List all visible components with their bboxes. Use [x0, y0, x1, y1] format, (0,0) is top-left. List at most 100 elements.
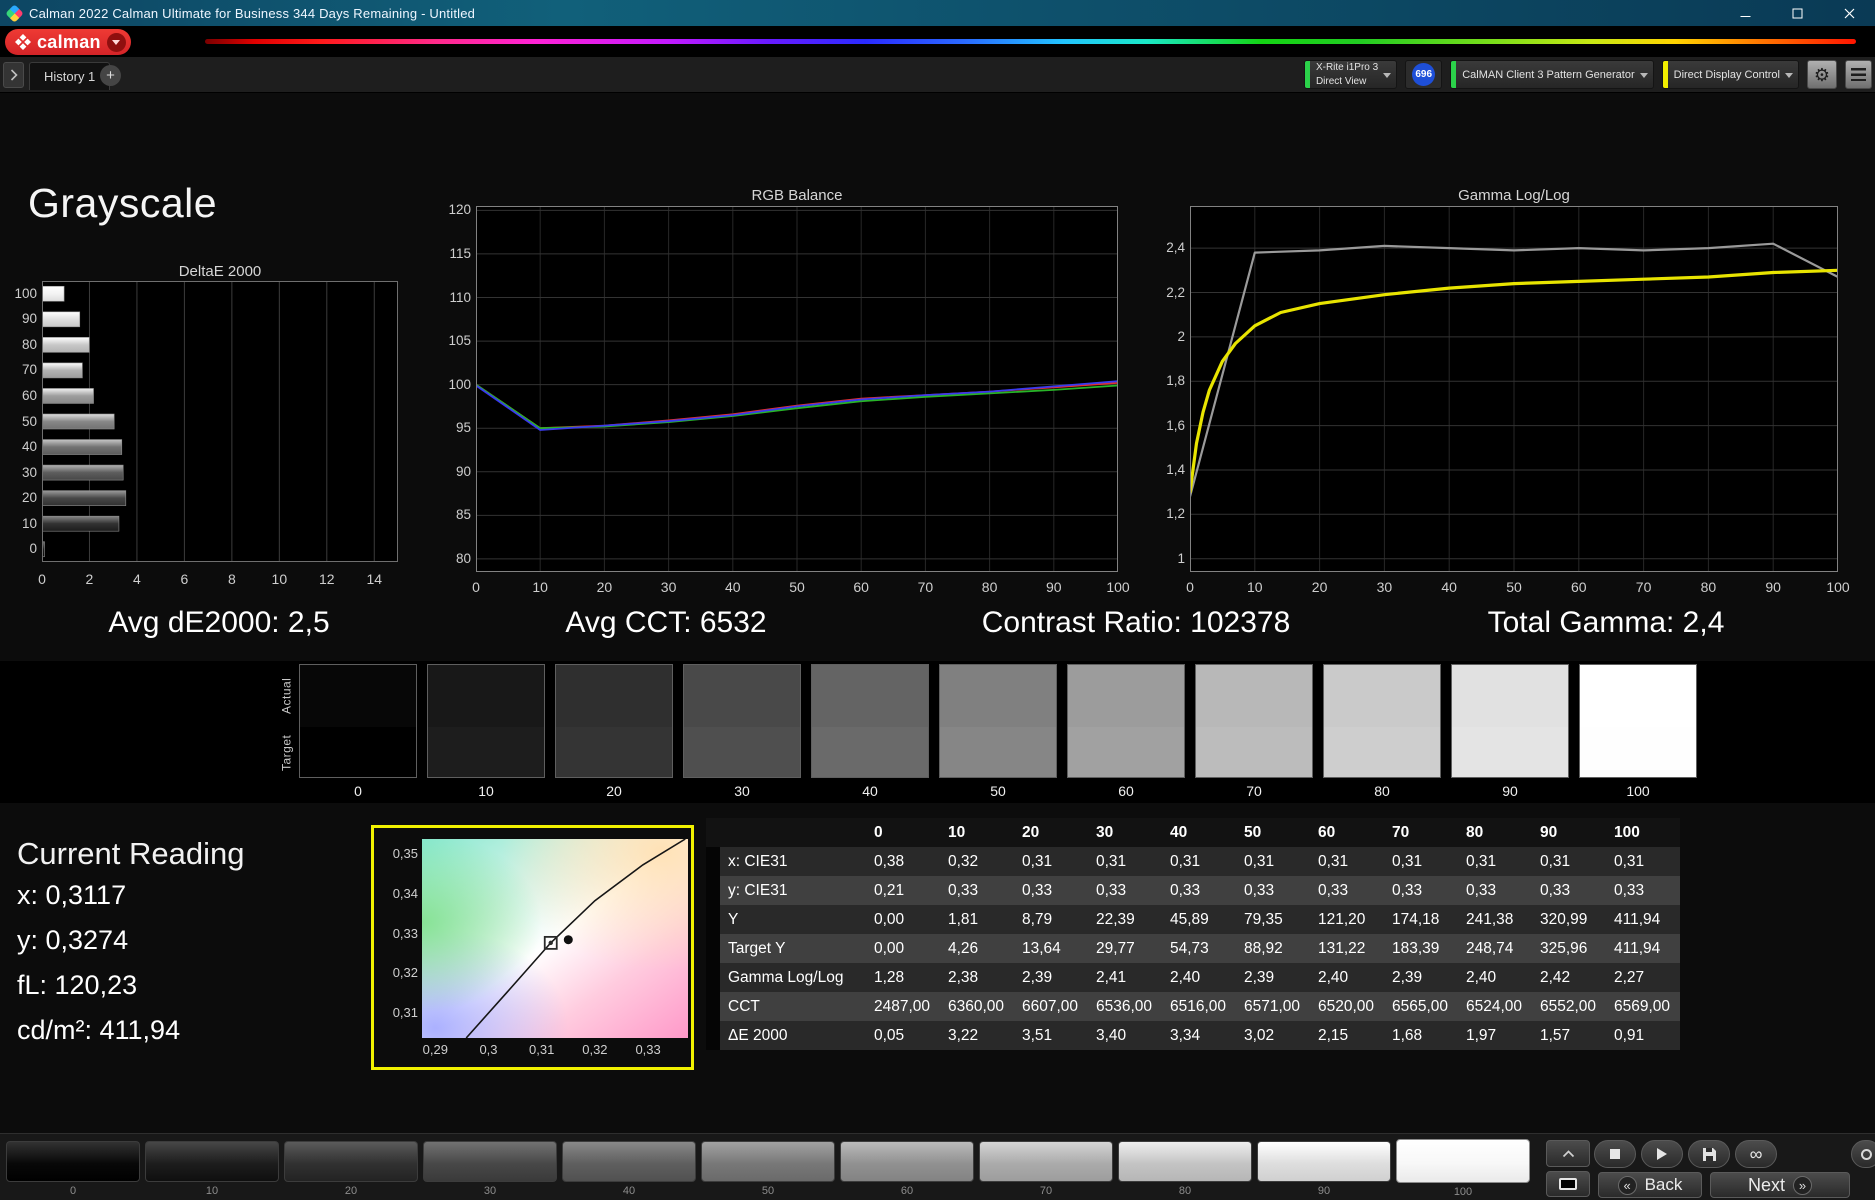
back-button[interactable]: « Back [1598, 1172, 1702, 1198]
axis-tick-label: 1,4 [1166, 461, 1185, 477]
table-cell: 0,33 [940, 876, 1014, 905]
table-cell: 54,73 [1162, 934, 1236, 963]
pattern-label: 70 [1039, 1185, 1053, 1197]
back-chevrons-icon: « [1617, 1175, 1637, 1195]
workflow-options-button[interactable] [1845, 60, 1872, 89]
play-button[interactable] [1641, 1140, 1683, 1168]
source-button[interactable]: CalMAN Client 3 Pattern Generator [1450, 60, 1654, 89]
continuous-read-button[interactable]: ∞ [1735, 1140, 1777, 1168]
tab-history-1[interactable]: History 1 [29, 62, 111, 90]
table-cell: 6607,00 [1014, 992, 1088, 1021]
table-cell: 2,27 [1606, 963, 1680, 992]
session-options-button[interactable] [1851, 1140, 1875, 1168]
pattern-button-40[interactable] [562, 1141, 696, 1182]
gamma-chart-title: Gamma Log/Log [1458, 187, 1570, 204]
axis-tick-label: 8 [227, 571, 236, 587]
minimize-button[interactable] [1719, 0, 1771, 26]
table-cell: 0,00 [866, 934, 940, 963]
pattern-label: 0 [69, 1185, 77, 1197]
axis-tick-label: 0,31 [529, 1042, 555, 1057]
table-row-label: CCT [720, 992, 866, 1021]
axis-tick-label: 60 [1571, 579, 1587, 595]
pattern-item: 30 [423, 1141, 557, 1198]
axis-tick-label: 80 [21, 336, 37, 352]
pattern-window-button[interactable] [1546, 1171, 1590, 1197]
table-cell: 0,33 [1310, 876, 1384, 905]
table-cell: 2,40 [1310, 963, 1384, 992]
table-cell: 6360,00 [940, 992, 1014, 1021]
chevron-right-icon [10, 69, 18, 81]
reading-marker [563, 935, 573, 945]
axis-tick-label: 1,6 [1166, 417, 1185, 433]
maximize-button[interactable] [1771, 0, 1823, 26]
axis-tick-label: 0,35 [392, 845, 418, 861]
axis-tick-label: 0,33 [635, 1042, 661, 1057]
pattern-button-60[interactable] [840, 1141, 974, 1182]
axis-tick-label: 2 [85, 571, 94, 587]
swatch-label: 10 [478, 783, 494, 799]
pattern-button-100[interactable] [1396, 1139, 1530, 1183]
calman-menu-button[interactable]: calman [5, 29, 131, 55]
pattern-button-0[interactable] [6, 1141, 140, 1182]
meter-mode: Direct View [1315, 75, 1367, 87]
pattern-button-10[interactable] [145, 1141, 279, 1182]
grayscale-swatch-40: 40 [811, 664, 929, 799]
swatch-label: 90 [1502, 783, 1518, 799]
pattern-button-20[interactable] [284, 1141, 418, 1182]
grayscale-swatch-50: 50 [939, 664, 1057, 799]
axis-tick-label: 90 [21, 311, 37, 327]
axis-tick-label: 30 [1376, 579, 1393, 595]
settings-button[interactable]: ⚙ [1807, 60, 1837, 89]
reading-cdm2: cd/m²: 411,94 [17, 1015, 181, 1045]
table-cell: 0,33 [1014, 876, 1088, 905]
axis-tick-label: 0,33 [392, 925, 418, 941]
table-cell: 0,31 [1458, 847, 1532, 876]
window-controls [1719, 0, 1875, 26]
table-cell: 45,89 [1162, 905, 1236, 934]
table-header-cell: 100 [1606, 818, 1680, 847]
calman-logo-icon [15, 34, 31, 50]
table-cell: 0,31 [1310, 847, 1384, 876]
pattern-button-50[interactable] [701, 1141, 835, 1182]
stop-button[interactable] [1594, 1140, 1636, 1168]
table-cell: 6520,00 [1310, 992, 1384, 1021]
history-panel-toggle[interactable] [3, 62, 24, 88]
pattern-label: 60 [900, 1185, 914, 1197]
pattern-item: 80 [1118, 1141, 1252, 1198]
actual-row-label: Actual [279, 677, 294, 715]
avg-de2000-stat: Avg dE2000: 2,5 [108, 606, 330, 639]
table-strip [706, 963, 720, 992]
pattern-button-70[interactable] [979, 1141, 1113, 1182]
table-cell: 0,38 [866, 847, 940, 876]
collapse-pattern-bar-button[interactable] [1546, 1140, 1590, 1167]
axis-tick-label: 40 [1441, 579, 1457, 595]
table-cell: 241,38 [1458, 905, 1532, 934]
rgb-balance-chart: RGB Balance 80 85 90 95 100 105 110 115 120 0 10 20… [430, 185, 1170, 615]
pattern-window-icon [1559, 1178, 1577, 1190]
table-header-cell: 30 [1088, 818, 1162, 847]
table-strip [706, 992, 720, 1021]
axis-tick-label: 0 [29, 541, 37, 557]
table-corner [706, 818, 720, 847]
axis-tick-label: 60 [21, 387, 37, 403]
save-button[interactable] [1688, 1140, 1730, 1168]
calman-app-icon [5, 3, 24, 23]
table-cell: 6524,00 [1458, 992, 1532, 1021]
pattern-button-90[interactable] [1257, 1141, 1391, 1182]
axis-tick-label: 0 [38, 571, 46, 587]
table-cell: 121,20 [1310, 905, 1384, 934]
chevron-down-icon [1785, 73, 1793, 78]
pattern-label: 10 [205, 1185, 219, 1197]
pattern-button-80[interactable] [1118, 1141, 1252, 1182]
next-button[interactable]: Next » [1710, 1172, 1850, 1198]
add-tab-button[interactable]: + [100, 65, 121, 86]
pattern-button-30[interactable] [423, 1141, 557, 1182]
axis-tick-label: 90 [1765, 579, 1781, 595]
avg-cct-stat: Avg CCT: 6532 [565, 606, 767, 639]
display-button[interactable]: Direct Display Control [1661, 60, 1799, 89]
axis-tick-label: 0,3 [479, 1042, 498, 1057]
table-cell: 1,68 [1384, 1021, 1458, 1050]
meter-button[interactable]: X-Rite i1Pro 3 Direct View [1303, 60, 1398, 89]
close-button[interactable] [1823, 0, 1875, 26]
swatch-target [812, 727, 928, 777]
